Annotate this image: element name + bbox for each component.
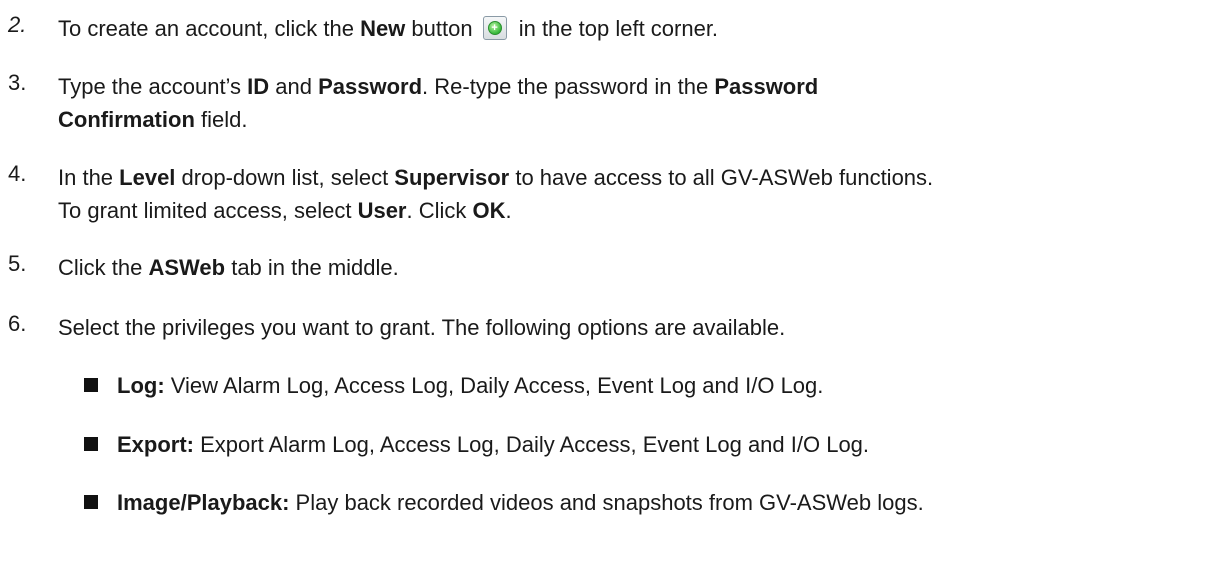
- step-text: Click the ASWeb tab in the middle.: [58, 255, 399, 280]
- term-supervisor: Supervisor: [394, 165, 510, 190]
- term-level: Level: [119, 165, 176, 190]
- bullet-term: Log:: [117, 373, 165, 398]
- square-bullet-icon: [84, 437, 98, 451]
- term-user: User: [357, 198, 407, 223]
- term-password-confirmation-b: Confirmation: [58, 107, 195, 132]
- new-plus-icon: +: [482, 16, 507, 40]
- step-number: 6.: [8, 311, 27, 336]
- term-new: New: [360, 16, 406, 41]
- step-number: 4.: [8, 161, 27, 186]
- term-asweb: ASWeb: [148, 255, 226, 280]
- term-id: ID: [247, 74, 270, 99]
- step-text: To create an account, click the New butt…: [58, 16, 719, 41]
- step-number: 3.: [8, 70, 27, 95]
- bullet-term: Export:: [117, 432, 194, 457]
- step-text-line-1: Type the account’s ID and Password. Re-t…: [58, 74, 819, 99]
- bullet-desc: Export Alarm Log, Access Log, Daily Acce…: [194, 432, 870, 457]
- step-text-line-2: To grant limited access, select User. Cl…: [58, 198, 512, 223]
- step-text: Select the privileges you want to grant.…: [58, 315, 786, 340]
- step-number: 2.: [8, 12, 27, 37]
- step-text-line-1: In the Level drop-down list, select Supe…: [58, 165, 934, 190]
- bullet-desc: View Alarm Log, Access Log, Daily Access…: [164, 373, 824, 398]
- bullet-term: Image/Playback:: [117, 490, 290, 515]
- term-ok: OK: [472, 198, 506, 223]
- square-bullet-icon: [84, 495, 98, 509]
- step-text-line-2: Confirmation field.: [58, 107, 248, 132]
- term-password: Password: [318, 74, 423, 99]
- document-page: 2. To create an account, click the New b…: [0, 0, 1228, 574]
- term-password-confirmation-a: Password: [714, 74, 819, 99]
- step-number: 5.: [8, 251, 27, 276]
- bullet-desc: Play back recorded videos and snapshots …: [289, 490, 924, 515]
- square-bullet-icon: [84, 378, 98, 392]
